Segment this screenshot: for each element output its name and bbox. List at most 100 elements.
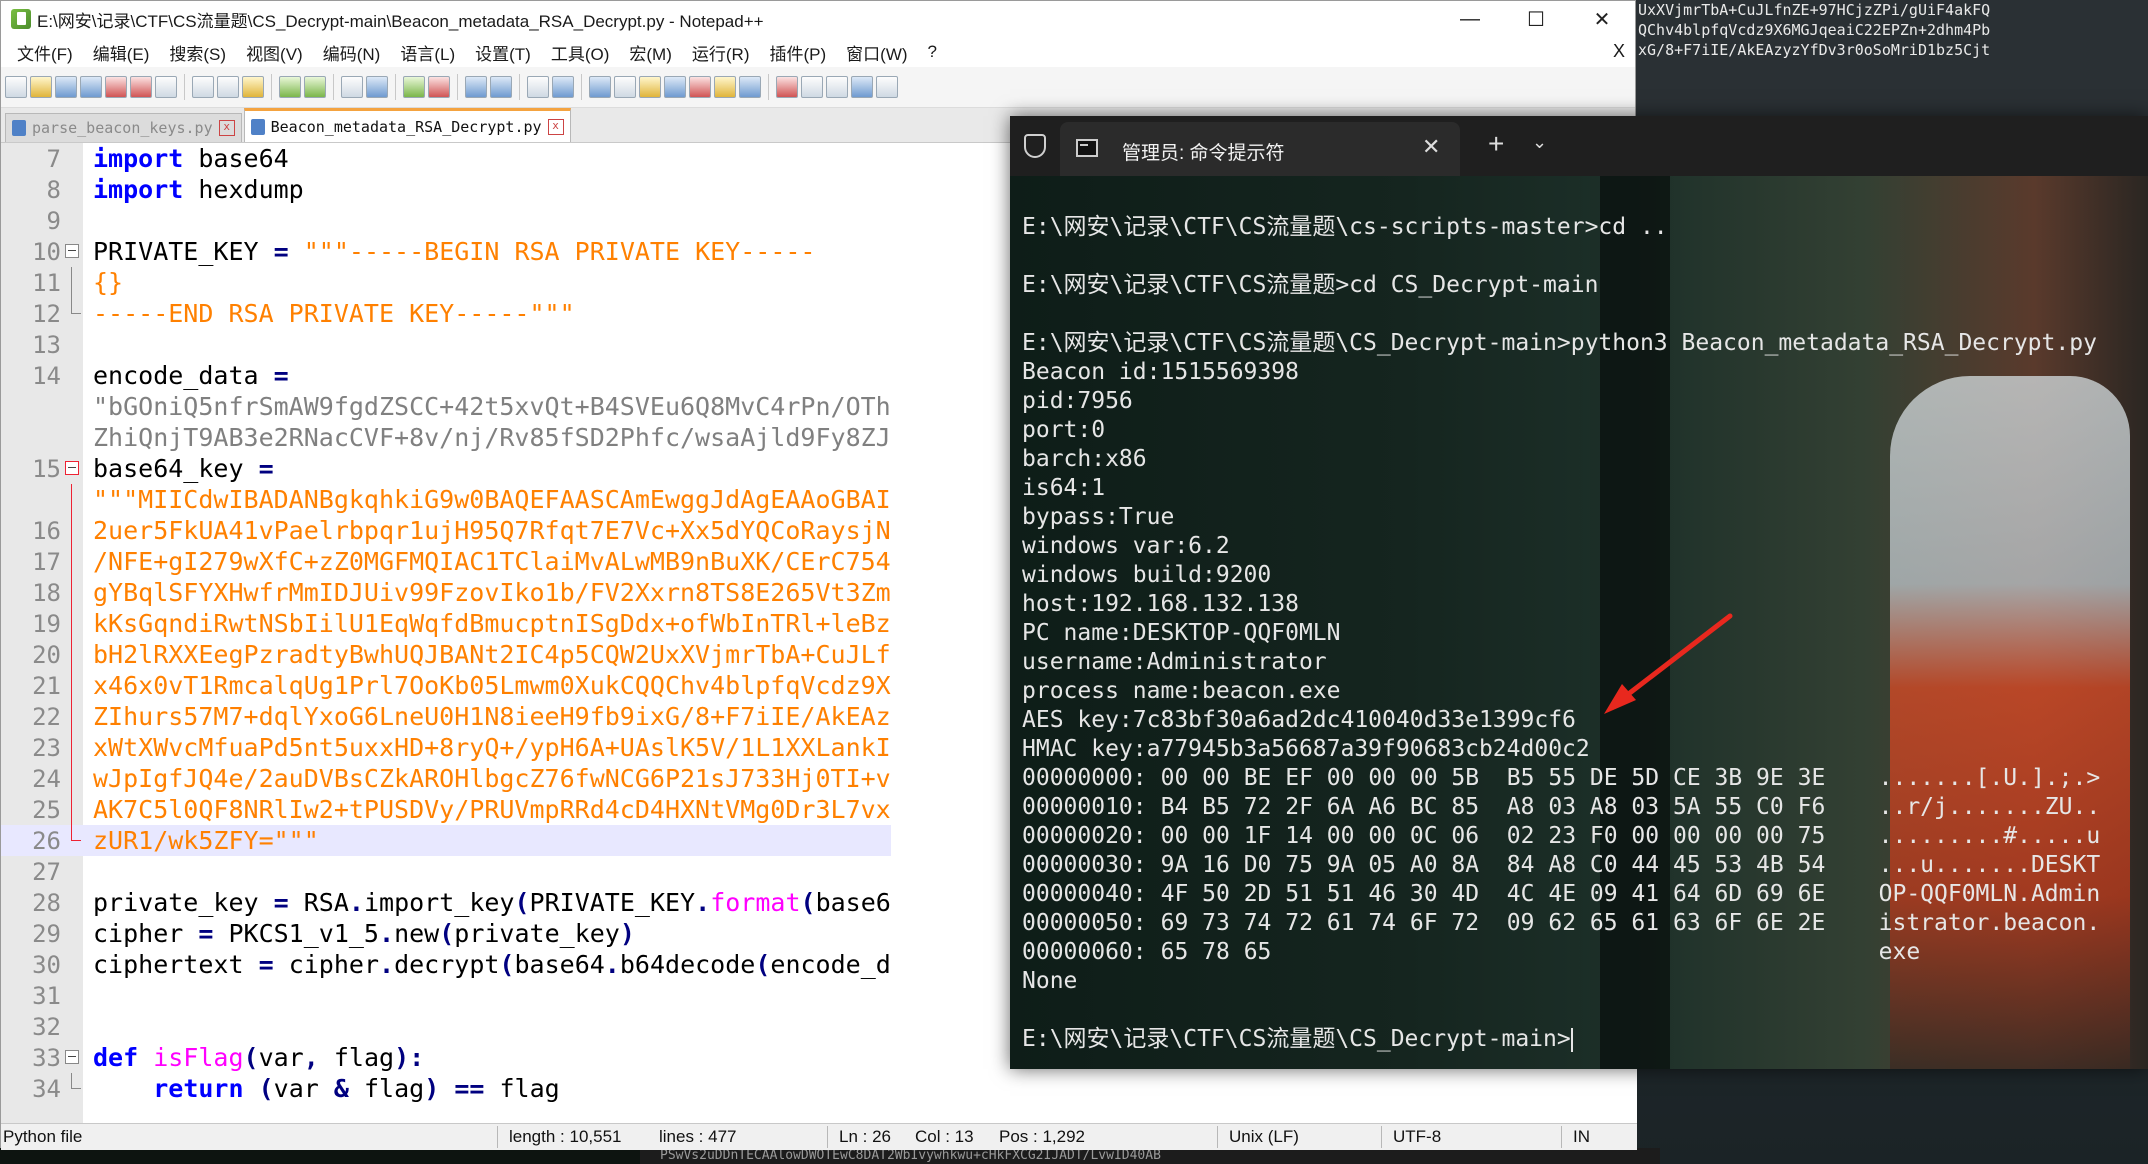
code-token: ) — [424, 1074, 440, 1103]
menu-item[interactable]: 宏(M) — [619, 40, 681, 65]
cut-icon[interactable] — [192, 76, 214, 98]
background-text-line: xG/8+F7iIE/AkEAzyzYfDv3r0oSoMriD1bz5Cjt — [1638, 41, 1991, 59]
code-token: base64_key — [93, 454, 259, 483]
show-all-chars-icon[interactable] — [552, 76, 574, 98]
code-line: 14 encode_data = — [1, 360, 891, 391]
zoom-in-icon[interactable] — [403, 76, 425, 98]
menu-item[interactable]: 编码(N) — [313, 40, 391, 65]
code-token: private_key — [454, 919, 620, 948]
tab-close-icon[interactable]: x — [547, 118, 564, 135]
new-file-icon[interactable] — [5, 76, 27, 98]
title-bar[interactable]: E:\网安\记录\CTF\CS流量题\CS_Decrypt-main\Beaco… — [1, 1, 1635, 37]
save-macro-icon[interactable] — [876, 76, 898, 98]
fold-marker — [61, 856, 83, 887]
terminal-title-bar[interactable]: 管理员: 命令提示符 ✕ + ⌄ — [1010, 116, 2148, 176]
tab-close-icon[interactable]: x — [218, 120, 235, 136]
print-icon[interactable] — [155, 76, 177, 98]
menu-item[interactable]: 视图(V) — [236, 40, 313, 65]
menu-item[interactable]: 语言(L) — [390, 40, 465, 65]
run-macro-multiple-icon[interactable] — [851, 76, 873, 98]
tab-parse-beacon-keys[interactable]: parse_beacon_keys.py x — [5, 113, 242, 142]
menu-item[interactable]: 编辑(E) — [83, 40, 160, 65]
terminal-tab[interactable]: 管理员: 命令提示符 ✕ — [1060, 122, 1460, 176]
paste-icon[interactable] — [242, 76, 264, 98]
replace-icon[interactable] — [366, 76, 388, 98]
code-token: = — [273, 237, 289, 266]
redo-icon[interactable] — [304, 76, 326, 98]
menu-item[interactable]: ? — [918, 42, 947, 62]
status-filetype: Python file — [3, 1127, 83, 1146]
code-lines: 7 import base64 8 import hexdump 9 10 PRIVATE_… — [1, 143, 891, 1104]
fold-marker — [61, 515, 83, 546]
code-text: /NFE+gI279wXfC+zZ0MGFMQIAC1TClaiMvALwMB9… — [83, 547, 891, 576]
fold-marker[interactable] — [61, 1042, 83, 1073]
close-file-icon[interactable] — [105, 76, 127, 98]
indent-guide-icon[interactable] — [589, 76, 611, 98]
close-button[interactable]: ✕ — [1569, 1, 1635, 37]
sync-vertical-icon[interactable] — [465, 76, 487, 98]
save-icon[interactable] — [55, 76, 77, 98]
code-token: import_key — [363, 888, 515, 917]
terminal-prompt-line[interactable]: E:\网安\记录\CTF\CS流量题\CS_Decrypt-main> — [1022, 1025, 2100, 1054]
terminal-line: None — [1022, 968, 1078, 994]
menu-item[interactable]: 工具(O) — [541, 40, 620, 65]
code-token: isFlag — [138, 1043, 244, 1072]
save-all-icon[interactable] — [80, 76, 102, 98]
close-document-button[interactable]: X — [1613, 41, 1625, 62]
line-number: 15 — [32, 454, 61, 483]
record-macro-icon[interactable] — [776, 76, 798, 98]
fold-marker[interactable] — [61, 453, 83, 484]
code-text: "bGOniQ5nfrSmAW9fgdZSCC+42t5xvQt+B4SVEu6… — [83, 392, 891, 421]
fold-marker — [61, 391, 83, 422]
chevron-down-icon[interactable]: ⌄ — [1532, 132, 1547, 153]
maximize-button[interactable]: ☐ — [1503, 1, 1569, 37]
background-text-line: UxXVjmrTbA+CuJLfnZE+97HCjzZPi/gUiF4akFQ — [1638, 1, 1991, 19]
line-number: 33 — [32, 1043, 61, 1072]
menu-item[interactable]: 窗口(W) — [836, 40, 917, 65]
fold-marker — [61, 732, 83, 763]
word-wrap-icon[interactable] — [527, 76, 549, 98]
terminal-line: PC name:DESKTOP-QQF0MLN — [1022, 620, 1341, 646]
find-icon[interactable] — [341, 76, 363, 98]
preview-icon[interactable] — [739, 76, 761, 98]
new-tab-button[interactable]: + — [1488, 128, 1504, 160]
terminal-line: is64:1 — [1022, 475, 1106, 501]
shield-icon — [1024, 134, 1046, 158]
menu-item[interactable]: 文件(F) — [7, 40, 83, 65]
code-token: encode_data — [93, 361, 274, 390]
menu-item[interactable]: 设置(T) — [465, 40, 541, 65]
code-token: == — [454, 1074, 485, 1103]
line-number: 9 — [46, 206, 61, 235]
zoom-out-icon[interactable] — [428, 76, 450, 98]
fold-marker[interactable] — [61, 236, 83, 267]
document-map-icon[interactable] — [614, 76, 636, 98]
code-text: bH2lRXXEegPzradtyBwhUQJBANt2IC4p5CQW2UxX… — [83, 640, 891, 669]
hexdump-row: 00000030: 9A 16 D0 75 9A 05 A0 8A 84 A8 C… — [1022, 851, 2100, 880]
status-eol: Unix (LF) — [1229, 1127, 1299, 1146]
status-col: Col : 13 — [915, 1127, 974, 1146]
file-icon — [12, 120, 26, 136]
fold-marker — [61, 639, 83, 670]
code-line: 9 — [1, 205, 891, 236]
stop-macro-icon[interactable] — [801, 76, 823, 98]
menu-item[interactable]: 搜索(S) — [159, 40, 236, 65]
code-token: , — [303, 1043, 319, 1072]
folder-workspace-icon[interactable] — [664, 76, 686, 98]
explorer-icon[interactable] — [714, 76, 736, 98]
tab-close-icon[interactable]: ✕ — [1422, 134, 1440, 160]
function-list-icon[interactable] — [639, 76, 661, 98]
line-number: 21 — [32, 671, 61, 700]
undo-icon[interactable] — [279, 76, 301, 98]
status-length: length : 10,551 — [509, 1127, 622, 1146]
open-file-icon[interactable] — [30, 76, 52, 98]
close-all-icon[interactable] — [130, 76, 152, 98]
monitoring-icon[interactable] — [689, 76, 711, 98]
tab-beacon-metadata-rsa-decrypt[interactable]: Beacon_metadata_RSA_Decrypt.py x — [243, 108, 571, 142]
sync-horizontal-icon[interactable] — [490, 76, 512, 98]
menu-item[interactable]: 插件(P) — [759, 40, 836, 65]
terminal-output[interactable]: E:\网安\记录\CTF\CS流量题\cs-scripts-master>cd … — [1010, 176, 2148, 1069]
minimize-button[interactable]: — — [1437, 1, 1503, 37]
menu-item[interactable]: 运行(R) — [682, 40, 760, 65]
play-macro-icon[interactable] — [826, 76, 848, 98]
copy-icon[interactable] — [217, 76, 239, 98]
